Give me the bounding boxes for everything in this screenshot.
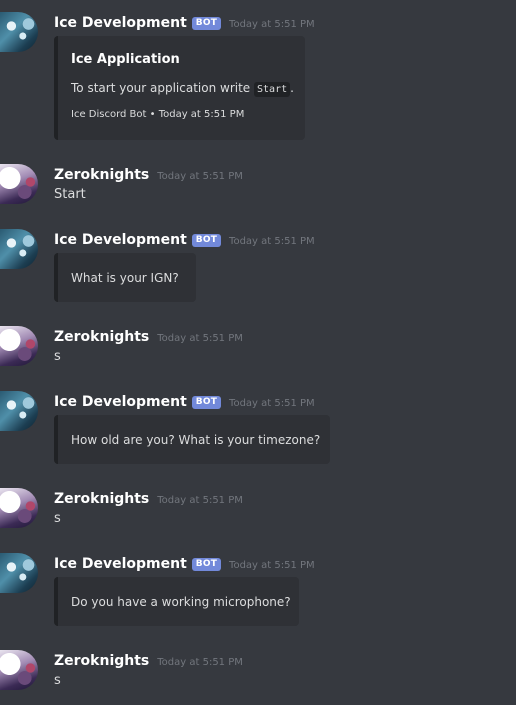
message-header: Ice Development BOT Today at 5:51 PM bbox=[54, 553, 315, 575]
message-text: s bbox=[54, 673, 61, 688]
embed-footer: Ice Discord Bot • Today at 5:51 PM bbox=[71, 109, 245, 120]
username[interactable]: Ice Development bbox=[54, 394, 187, 410]
message-header: Ice Development BOT Today at 5:51 PM bbox=[54, 12, 315, 34]
username[interactable]: Zeroknights bbox=[54, 491, 149, 507]
message-header: Zeroknights Today at 5:51 PM bbox=[54, 164, 243, 186]
embed-description: Do you have a working microphone? bbox=[71, 594, 291, 609]
message-header: Ice Development BOT Today at 5:51 PM bbox=[54, 391, 315, 413]
ice-development-avatar-icon[interactable] bbox=[0, 12, 38, 52]
username[interactable]: Ice Development bbox=[54, 232, 187, 248]
embed: Ice Application To start your applicatio… bbox=[54, 36, 305, 140]
zeroknights-avatar-icon[interactable] bbox=[0, 488, 38, 528]
bot-tag: BOT bbox=[191, 557, 222, 571]
embed: How old are you? What is your timezone? bbox=[54, 415, 330, 464]
ice-development-avatar-icon[interactable] bbox=[0, 229, 38, 269]
bot-tag: BOT bbox=[191, 16, 222, 30]
timestamp[interactable]: Today at 5:51 PM bbox=[157, 333, 243, 344]
username[interactable]: Ice Development bbox=[54, 15, 187, 31]
embed: Do you have a working microphone? bbox=[54, 577, 299, 626]
embed-description: To start your application write Start. bbox=[71, 81, 294, 97]
timestamp[interactable]: Today at 5:51 PM bbox=[157, 657, 243, 668]
username[interactable]: Zeroknights bbox=[54, 167, 149, 183]
ice-development-avatar-icon[interactable] bbox=[0, 391, 38, 431]
zeroknights-avatar-icon[interactable] bbox=[0, 164, 38, 204]
timestamp[interactable]: Today at 5:51 PM bbox=[229, 236, 315, 247]
bot-tag: BOT bbox=[191, 395, 222, 409]
timestamp[interactable]: Today at 5:51 PM bbox=[157, 171, 243, 182]
embed-description: What is your IGN? bbox=[71, 270, 179, 285]
timestamp[interactable]: Today at 5:51 PM bbox=[229, 398, 315, 409]
timestamp[interactable]: Today at 5:51 PM bbox=[157, 495, 243, 506]
chat-message-list: Ice Development BOT Today at 5:51 PM Ice… bbox=[0, 0, 516, 705]
embed-description: How old are you? What is your timezone? bbox=[71, 432, 321, 447]
embed-description-text: To start your application write bbox=[71, 81, 251, 95]
message-header: Zeroknights Today at 5:51 PM bbox=[54, 650, 243, 672]
username[interactable]: Zeroknights bbox=[54, 653, 149, 669]
zeroknights-avatar-icon[interactable] bbox=[0, 326, 38, 366]
timestamp[interactable]: Today at 5:51 PM bbox=[229, 560, 315, 571]
message-header: Ice Development BOT Today at 5:51 PM bbox=[54, 229, 315, 251]
username[interactable]: Zeroknights bbox=[54, 329, 149, 345]
message-header: Zeroknights Today at 5:51 PM bbox=[54, 488, 243, 510]
timestamp[interactable]: Today at 5:51 PM bbox=[229, 19, 315, 30]
embed: What is your IGN? bbox=[54, 253, 196, 302]
username[interactable]: Ice Development bbox=[54, 556, 187, 572]
zeroknights-avatar-icon[interactable] bbox=[0, 650, 38, 690]
message-text: s bbox=[54, 511, 61, 526]
embed-description-suffix: . bbox=[290, 81, 294, 95]
message-text: s bbox=[54, 349, 61, 364]
embed-title: Ice Application bbox=[71, 52, 180, 67]
bot-tag: BOT bbox=[191, 233, 222, 247]
message-text: Start bbox=[54, 187, 86, 202]
ice-development-avatar-icon[interactable] bbox=[0, 553, 38, 593]
inline-code: Start bbox=[254, 82, 291, 97]
message-header: Zeroknights Today at 5:51 PM bbox=[54, 326, 243, 348]
